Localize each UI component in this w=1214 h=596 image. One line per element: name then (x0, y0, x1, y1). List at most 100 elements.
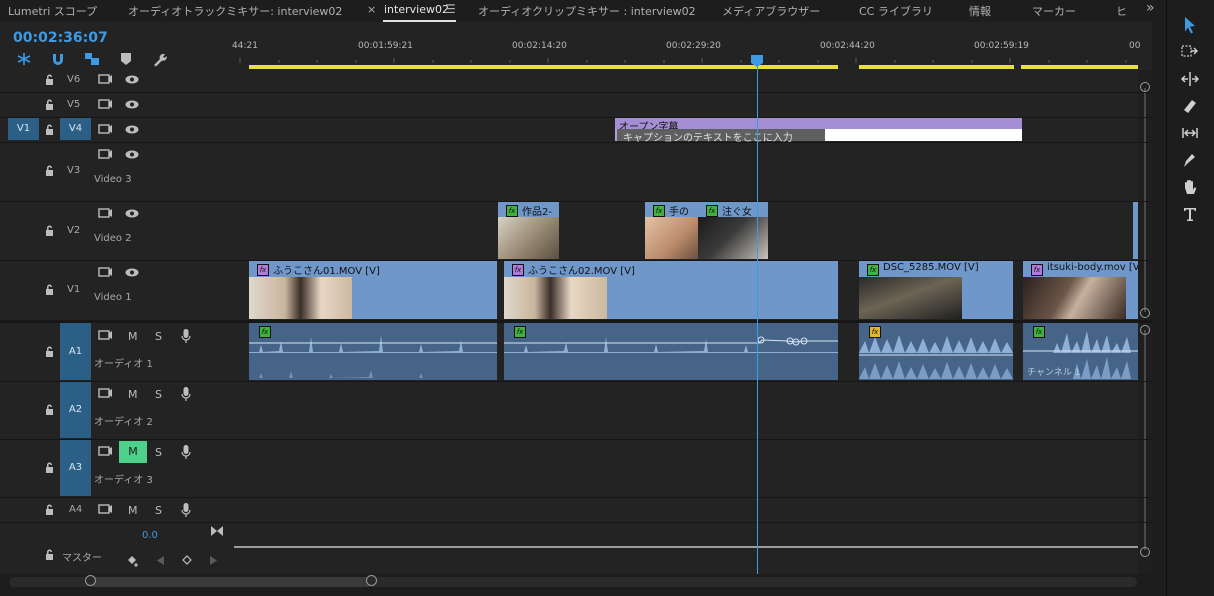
v1-clip[interactable]: fx ふうこさん01.MOV [V] (249, 261, 497, 319)
audio-clip[interactable]: fx チャンネル 1 (1023, 323, 1138, 380)
track-target-a1[interactable]: A1 (60, 323, 91, 380)
a-scroll-handle-top[interactable] (1140, 325, 1150, 335)
add-keyframe-icon[interactable] (127, 555, 139, 567)
work-area-bar[interactable] (859, 65, 1014, 69)
h-scroll-handle-right[interactable] (366, 575, 377, 586)
lock-track-icon[interactable] (45, 346, 54, 357)
tab-lumetri-scopes[interactable]: Lumetri スコープ (8, 3, 97, 19)
toggle-output-eye-icon[interactable] (125, 268, 139, 277)
lock-track-icon[interactable] (45, 124, 54, 135)
tabs-overflow-icon[interactable]: » (1146, 0, 1155, 16)
playhead-line[interactable] (757, 66, 758, 574)
solo-button-a1[interactable]: S (155, 330, 162, 343)
audio-clip[interactable]: fx (859, 323, 1013, 380)
type-tool-icon[interactable] (1180, 204, 1200, 224)
voiceover-mic-icon[interactable] (181, 329, 191, 343)
mute-button-a3-active[interactable]: M (119, 441, 147, 463)
mute-button-a1[interactable]: M (128, 330, 138, 343)
snap-icon[interactable] (51, 52, 65, 66)
toggle-output-eye-icon[interactable] (125, 209, 139, 218)
tab-audio-clip-mixer[interactable]: オーディオクリップミキサー : interview02 (478, 3, 696, 19)
sync-lock-icon[interactable] (98, 267, 112, 278)
tab-markers[interactable]: マーカー (1032, 3, 1076, 19)
voiceover-mic-icon[interactable] (181, 445, 191, 459)
hand-tool-icon[interactable] (1180, 177, 1200, 197)
solo-button-a4[interactable]: S (155, 504, 162, 517)
lock-track-icon[interactable] (45, 165, 54, 176)
lock-track-icon[interactable] (45, 225, 54, 236)
master-level[interactable]: 0.0 (142, 530, 158, 541)
v-scroll-track[interactable] (1144, 88, 1146, 312)
mute-button-a2[interactable]: M (128, 388, 138, 401)
tab-info[interactable]: 情報 (969, 3, 991, 19)
razor-tool-icon[interactable] (1180, 96, 1200, 116)
v-scroll-handle-top[interactable] (1140, 82, 1150, 92)
horizontal-zoom-scrollbar[interactable] (0, 574, 1166, 596)
time-ruler[interactable]: 44:21 00:01:59:21 00:02:14:20 00:02:29:2… (232, 22, 1152, 70)
solo-button-a3[interactable]: S (155, 446, 162, 459)
mute-button-a4[interactable]: M (128, 504, 138, 517)
sync-lock-icon[interactable] (98, 504, 112, 515)
h-scroll-handle-left[interactable] (85, 575, 96, 586)
v2-clip-edge[interactable] (1133, 202, 1138, 259)
track-target-a2[interactable]: A2 (60, 382, 91, 438)
lock-track-icon[interactable] (45, 549, 54, 560)
tab-media-browser[interactable]: メディアブラウザー (722, 3, 820, 19)
tab-menu-icon[interactable]: ☰ (445, 2, 456, 16)
h-scroll-thumb[interactable] (90, 577, 372, 587)
track-label-a4[interactable]: A4 (69, 504, 82, 515)
track-label-v3[interactable]: V3 (67, 165, 80, 176)
v1-clip[interactable]: fx itsuki-body.mov [V] (1023, 261, 1138, 319)
source-patch-v1[interactable]: V1 (8, 118, 39, 140)
caption-clip[interactable]: オープン字幕 キャプションのテキストをここに入力 (615, 118, 1022, 144)
ripple-edit-tool-icon[interactable] (1180, 69, 1200, 89)
next-keyframe-icon[interactable] (210, 556, 218, 565)
slip-tool-icon[interactable] (1180, 123, 1200, 143)
tab-cc-libraries[interactable]: CC ライブラリ (859, 3, 933, 19)
sync-lock-icon[interactable] (98, 388, 112, 399)
sync-lock-icon[interactable] (98, 124, 112, 135)
wrench-icon[interactable] (152, 52, 167, 67)
v-scroll-handle-bottom[interactable] (1140, 308, 1150, 318)
master-volume-line[interactable] (234, 546, 1138, 548)
track-label-v2[interactable]: V2 (67, 225, 80, 236)
track-label-v5[interactable]: V5 (67, 99, 80, 110)
audio-clip[interactable]: fx (504, 323, 838, 380)
track-label-v6[interactable]: V6 (67, 74, 80, 85)
add-marker-icon[interactable] (121, 53, 131, 65)
toggle-output-eye-icon[interactable] (125, 150, 139, 159)
lock-track-icon[interactable] (45, 462, 54, 473)
prev-keyframe-icon[interactable] (157, 556, 165, 565)
lock-track-icon[interactable] (45, 404, 54, 415)
playhead-timecode[interactable]: 00:02:36:07 (13, 30, 108, 46)
tab-interview02-sequence[interactable]: interview02 (384, 3, 449, 16)
track-select-forward-tool-icon[interactable] (1180, 42, 1200, 62)
lock-track-icon[interactable] (45, 74, 54, 85)
track-target-v4[interactable]: V4 (60, 118, 91, 140)
lock-track-icon[interactable] (45, 284, 54, 295)
toggle-output-eye-icon[interactable] (125, 125, 139, 134)
sync-lock-icon[interactable] (98, 446, 112, 457)
v1-clip[interactable]: fx ふうこさん02.MOV [V] (504, 261, 838, 319)
solo-button-a2[interactable]: S (155, 388, 162, 401)
track-label-v1[interactable]: V1 (67, 284, 80, 295)
sync-lock-icon[interactable] (98, 149, 112, 160)
selection-tool-icon[interactable] (1180, 15, 1200, 35)
tab-audio-track-mixer[interactable]: オーディオトラックミキサー: interview02 (128, 3, 342, 19)
toggle-output-eye-icon[interactable] (125, 100, 139, 109)
tab-history[interactable]: ヒ (1116, 3, 1127, 19)
keyframe-toggle-icon[interactable] (182, 555, 192, 565)
caption-text-block[interactable]: キャプションのテキストをここに入力 (617, 129, 825, 144)
linked-selection-icon[interactable] (84, 52, 100, 66)
v2-clip[interactable]: fx 手の (645, 202, 698, 259)
audio-clip[interactable]: fx (249, 323, 497, 380)
work-area-bar[interactable] (249, 65, 838, 69)
sync-lock-icon[interactable] (98, 330, 112, 341)
work-area-bar[interactable] (1021, 65, 1138, 69)
lock-track-icon[interactable] (45, 99, 54, 110)
track-target-a3[interactable]: A3 (60, 440, 91, 496)
voiceover-mic-icon[interactable] (181, 387, 191, 401)
sync-lock-icon[interactable] (98, 74, 112, 85)
lock-track-icon[interactable] (45, 504, 54, 515)
v1-clip[interactable]: fx DSC_5285.MOV [V] (859, 261, 1013, 319)
